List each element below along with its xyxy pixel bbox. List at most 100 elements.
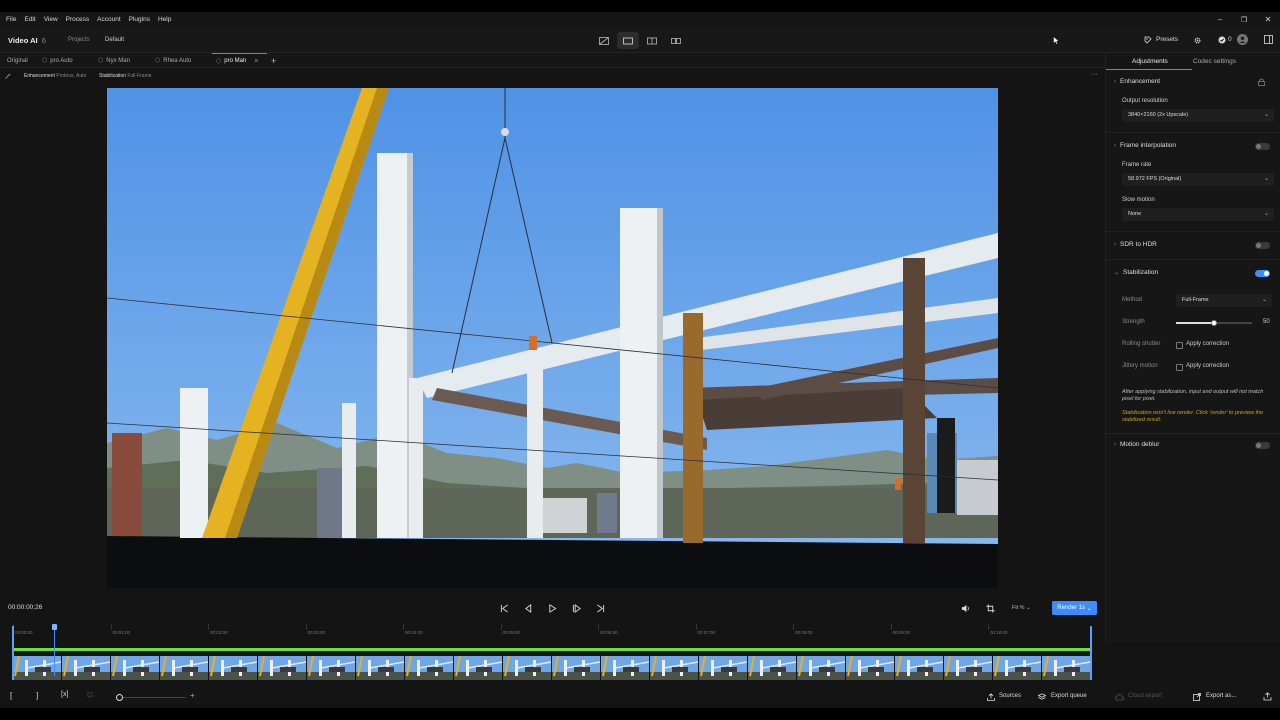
panel-toggle-icon[interactable] (1264, 35, 1273, 44)
sdr-to-hdr-toggle[interactable] (1255, 242, 1270, 249)
timeline[interactable]: 00:00:00 00:01:00 00:02:00 00:03:00 00:04:00… (0, 620, 1105, 690)
tick-mark (500, 624, 502, 630)
minimize-button[interactable]: – (1208, 12, 1232, 27)
sources-button[interactable]: Sources (999, 693, 1021, 699)
in-point-marker[interactable] (12, 626, 14, 680)
menu-plugins[interactable]: Plugins (125, 16, 154, 23)
strength-slider-track[interactable] (1176, 320, 1252, 326)
tab-adjustments[interactable]: Adjustments (1132, 58, 1168, 65)
stabilization-toggle[interactable] (1255, 270, 1270, 277)
skip-to-start-button[interactable] (498, 602, 510, 614)
strength-value: 50 (1263, 319, 1270, 325)
cloud-export-button[interactable]: Cloud export (1128, 693, 1162, 699)
menu-account[interactable]: Account (93, 16, 125, 23)
tab-original[interactable]: Original (7, 53, 28, 68)
crop-button[interactable] (984, 602, 996, 614)
tab-codec-settings[interactable]: Codec settings (1193, 58, 1236, 65)
close-button[interactable]: ✕ (1256, 12, 1280, 27)
menu-view[interactable]: View (40, 16, 62, 23)
zoom-slider-thumb[interactable] (116, 694, 123, 701)
section-enhancement[interactable]: › Enhancement (1114, 78, 1160, 85)
gear-icon[interactable] (1193, 36, 1202, 45)
menu-edit[interactable]: Edit (20, 16, 39, 23)
motion-deblur-toggle[interactable] (1255, 442, 1270, 449)
section-frame-interpolation[interactable]: › Frame interpolation (1114, 142, 1176, 149)
video-preview[interactable] (107, 88, 998, 588)
clear-range-button[interactable]: [x] (61, 691, 68, 698)
render-button[interactable]: Render 1s ⌄ (1052, 601, 1097, 615)
tab-label: Original (7, 57, 28, 64)
step-forward-button[interactable] (570, 602, 582, 614)
view-single-button[interactable] (617, 32, 639, 49)
enhancement-summary-value: Proteus, Auto (56, 73, 87, 79)
set-out-point-button[interactable]: ] (36, 691, 38, 700)
tab-nyx-man[interactable]: ⬡ Nyx Man (98, 53, 130, 68)
frame-rate-select[interactable]: 58.972 FPS (Original) ⌄ (1122, 173, 1274, 186)
volume-button[interactable] (959, 602, 971, 614)
section-motion-deblur[interactable]: › Motion deblur (1114, 441, 1159, 448)
more-options-button[interactable]: ··· (1091, 71, 1098, 78)
tick-label: 00:01:00 (112, 630, 131, 635)
enhancement-summary[interactable]: Enhancement Proteus, Auto (24, 73, 86, 79)
app-header: Video AI 6 Projects Default Presets 0 (0, 27, 1280, 53)
tick-mark (403, 624, 404, 630)
menu-help[interactable]: Help (154, 16, 175, 23)
playhead[interactable] (54, 624, 55, 676)
play-button[interactable] (546, 602, 558, 614)
view-single-original-button[interactable] (593, 32, 615, 49)
avatar[interactable] (1237, 34, 1248, 45)
frame-interpolation-toggle[interactable] (1255, 143, 1270, 150)
section-sdr-to-hdr[interactable]: › SDR to HDR (1114, 241, 1157, 248)
skip-to-end-button[interactable] (594, 602, 606, 614)
output-resolution-select[interactable]: 3840×2160 (2x Upscale) ⌄ (1122, 109, 1274, 122)
view-split-button[interactable] (641, 32, 663, 49)
section-stabilization[interactable]: ⌄ Stabilization (1114, 269, 1158, 276)
zoom-select[interactable]: Fit % ⌄ (1012, 605, 1031, 611)
export-as-button[interactable]: Export as... (1206, 693, 1236, 699)
menu-file[interactable]: File (0, 16, 20, 23)
breadcrumb-current[interactable]: Default (105, 37, 124, 43)
wand-icon[interactable] (5, 73, 11, 79)
thumbnail-frame (846, 656, 895, 680)
out-point-marker[interactable] (1090, 626, 1092, 680)
export-queue-button[interactable]: Export queue (1051, 693, 1087, 699)
method-select[interactable]: Full-Frame ⌄ (1176, 294, 1272, 307)
zoom-in-icon[interactable]: + (190, 691, 195, 700)
playhead-handle[interactable] (52, 624, 57, 630)
breadcrumb-projects[interactable]: Projects (68, 37, 90, 43)
stabilization-note: After applying stabilization, input and … (1122, 389, 1264, 402)
tab-rhea-auto[interactable]: ⬡ Rhea Auto (155, 53, 191, 68)
compare-icon (599, 36, 609, 45)
presets-button[interactable]: Presets (1156, 36, 1178, 43)
jittery-motion-checkbox[interactable] (1176, 364, 1183, 371)
divider (1106, 231, 1280, 232)
zoom-slider-track[interactable] (116, 697, 186, 698)
snapshot-icon[interactable]: ⊡ (87, 691, 93, 699)
stabilization-summary-label: Stabilization (99, 73, 126, 79)
preset-tabs: Original ⬡ pro Auto ⬡ Nyx Man ⬡ Rhea Auto ⬡… (0, 53, 1105, 68)
section-title: Enhancement (1120, 78, 1161, 85)
upload-icon (987, 693, 995, 701)
section-title: Stabilization (1123, 269, 1159, 276)
thumbnail-frame (307, 656, 356, 680)
rolling-shutter-checkbox[interactable] (1176, 342, 1183, 349)
menu-process[interactable]: Process (62, 16, 93, 23)
presets-icon (1144, 36, 1152, 44)
maximize-button[interactable]: ❐ (1232, 12, 1256, 27)
chevron-down-icon: ⌄ (1086, 605, 1092, 612)
slow-motion-select[interactable]: None ⌄ (1122, 208, 1274, 221)
thumbnail-frame (748, 656, 797, 680)
close-tab-icon[interactable]: × (254, 58, 258, 65)
tab-pro-auto[interactable]: ⬡ pro Auto (42, 53, 73, 68)
add-tab-button[interactable]: + (271, 53, 276, 68)
stabilization-summary[interactable]: Stabilization Full-Frame (99, 73, 152, 79)
active-tab-indicator (1106, 69, 1192, 70)
set-in-point-button[interactable]: [ (10, 691, 12, 700)
step-back-button[interactable] (522, 602, 534, 614)
share-icon[interactable] (1263, 692, 1272, 701)
credits-count: 0 (1228, 36, 1232, 43)
view-side-by-side-button[interactable] (665, 32, 687, 49)
select-value: None (1128, 211, 1142, 217)
strength-slider-thumb[interactable] (1211, 320, 1217, 326)
tab-pro-man[interactable]: ⬡ pro Man × (212, 53, 267, 68)
